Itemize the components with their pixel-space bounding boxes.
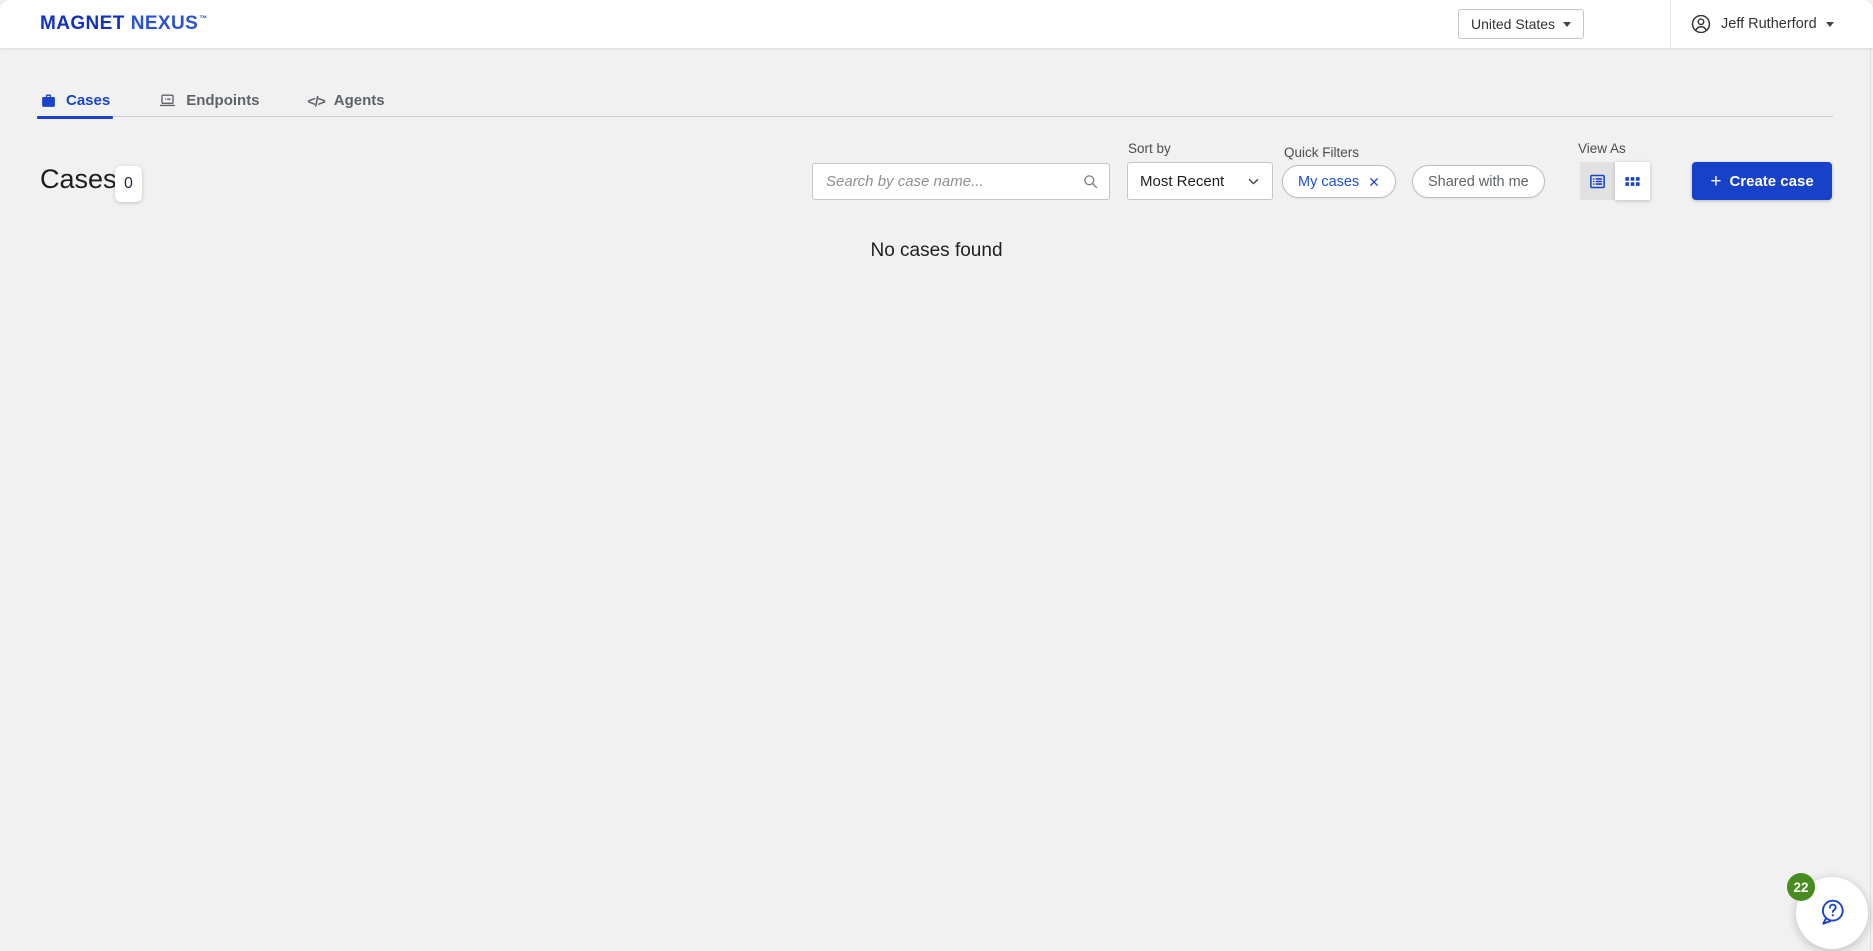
filter-chip-shared-label: Shared with me	[1428, 173, 1529, 190]
quick-filters-label: Quick Filters	[1284, 145, 1360, 160]
case-search	[812, 163, 1110, 200]
filter-chip-shared-with-me[interactable]: Shared with me	[1412, 165, 1545, 198]
sort-by-label: Sort by	[1128, 141, 1171, 156]
sort-dropdown[interactable]: Most Recent	[1127, 162, 1273, 200]
view-as-label: View As	[1578, 141, 1626, 156]
search-icon[interactable]	[1082, 173, 1109, 190]
create-case-label: Create case	[1729, 172, 1814, 190]
header-divider	[1670, 0, 1671, 48]
help-chat-icon	[1821, 899, 1844, 925]
list-view-icon	[1590, 174, 1605, 188]
grid-view-button[interactable]	[1615, 162, 1650, 200]
chevron-down-icon	[1248, 178, 1259, 184]
code-icon: </>	[307, 92, 326, 109]
tab-cases[interactable]: Cases	[37, 84, 114, 119]
logo-trademark: ™	[199, 13, 208, 23]
tab-endpoints[interactable]: Endpoints	[155, 84, 262, 117]
create-case-button[interactable]: + Create case	[1692, 162, 1832, 200]
grid-view-icon	[1625, 176, 1640, 186]
logo-product-text: NEXUS	[130, 13, 199, 34]
tab-agents-label: Agents	[333, 92, 385, 109]
caret-down-icon	[1563, 21, 1571, 27]
logo-brand-text: MAGNET	[40, 13, 125, 34]
case-count-badge: 0	[115, 166, 142, 202]
app-header: MAGNET NEXUS ™ United States Jeff Ruther…	[0, 0, 1873, 48]
app-logo[interactable]: MAGNET NEXUS ™	[40, 0, 208, 48]
list-view-button[interactable]	[1580, 162, 1615, 200]
person-circle-icon	[1691, 14, 1711, 34]
laptop-icon	[160, 94, 176, 107]
caret-down-icon	[1825, 21, 1834, 27]
page-title: Cases	[40, 164, 117, 194]
sort-dropdown-value: Most Recent	[1140, 172, 1225, 190]
empty-state-message: No cases found	[870, 240, 1003, 261]
tab-endpoints-label: Endpoints	[186, 92, 260, 109]
briefcase-icon	[42, 94, 55, 107]
help-unread-badge: 22	[1787, 873, 1815, 901]
region-selector-value: United States	[1471, 16, 1556, 32]
plus-icon: +	[1710, 170, 1722, 192]
view-toggle	[1580, 162, 1650, 200]
right-edge-divider	[1870, 48, 1871, 951]
filter-chip-my-cases-label: My cases	[1298, 173, 1360, 190]
main-nav-tabs: Cases Endpoints </> Agents	[37, 84, 1833, 119]
tab-agents[interactable]: </> Agents	[305, 84, 388, 117]
help-button[interactable]: 22	[1787, 873, 1868, 949]
search-input[interactable]	[813, 164, 1082, 199]
filter-chip-my-cases[interactable]: My cases	[1282, 165, 1397, 198]
tab-cases-label: Cases	[66, 92, 111, 109]
user-menu[interactable]: Jeff Rutherford	[1690, 0, 1834, 48]
close-icon[interactable]	[1368, 176, 1380, 188]
user-name: Jeff Rutherford	[1721, 16, 1817, 32]
region-selector[interactable]: United States	[1458, 9, 1584, 39]
